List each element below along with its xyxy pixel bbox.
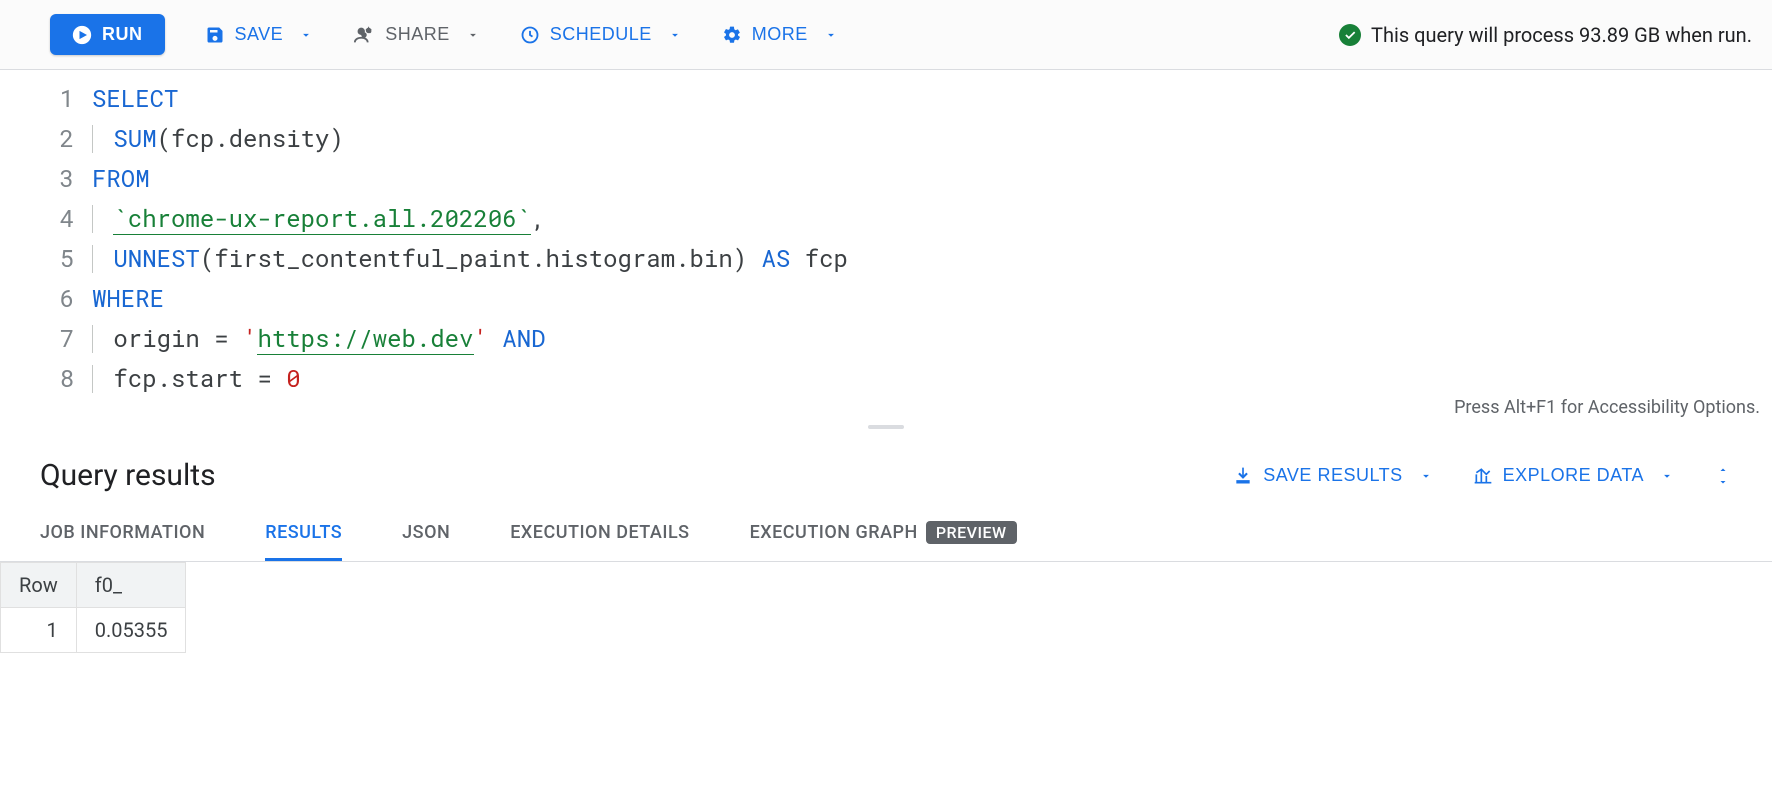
- share-button[interactable]: SHARE: [353, 24, 480, 46]
- expand-toggle[interactable]: [1714, 464, 1732, 488]
- status-text: This query will process 93.89 GB when ru…: [1371, 23, 1752, 47]
- run-label: RUN: [102, 24, 143, 45]
- query-status: This query will process 93.89 GB when ru…: [1339, 23, 1752, 47]
- line-gutter: 1 2 3 4 5 6 7 8: [0, 70, 92, 420]
- more-label: MORE: [752, 24, 808, 45]
- chevron-down-icon: [824, 28, 838, 42]
- preview-badge: PREVIEW: [926, 521, 1017, 544]
- sql-editor[interactable]: 1 2 3 4 5 6 7 8 SELECT SUM(fcp.density) …: [0, 70, 1772, 420]
- chart-icon: [1473, 466, 1493, 486]
- query-toolbar: RUN SAVE SHARE SCHEDULE MORE This query …: [0, 0, 1772, 70]
- clock-icon: [520, 25, 540, 45]
- tab-results[interactable]: RESULTS: [265, 521, 342, 561]
- save-button[interactable]: SAVE: [205, 24, 314, 45]
- explore-data-label: EXPLORE DATA: [1503, 465, 1644, 486]
- schedule-button[interactable]: SCHEDULE: [520, 24, 682, 45]
- save-results-label: SAVE RESULTS: [1263, 465, 1402, 486]
- col-row: Row: [1, 563, 77, 608]
- results-tabs: JOB INFORMATION RESULTS JSON EXECUTION D…: [0, 503, 1772, 562]
- schedule-label: SCHEDULE: [550, 24, 652, 45]
- resize-handle[interactable]: [0, 420, 1772, 432]
- accessibility-hint: Press Alt+F1 for Accessibility Options.: [1454, 397, 1760, 418]
- check-circle-icon: [1339, 24, 1361, 46]
- play-icon: [72, 25, 92, 45]
- more-button[interactable]: MORE: [722, 24, 838, 45]
- chevron-down-icon: [1714, 476, 1732, 488]
- cell-f0: 0.05355: [76, 608, 186, 653]
- tab-execution-graph[interactable]: EXECUTION GRAPH PREVIEW: [750, 521, 1017, 561]
- save-results-button[interactable]: SAVE RESULTS: [1233, 465, 1432, 486]
- chevron-down-icon: [466, 28, 480, 42]
- table-row[interactable]: 1 0.05355: [1, 608, 186, 653]
- table-header-row: Row f0_: [1, 563, 186, 608]
- chevron-down-icon: [668, 28, 682, 42]
- cell-row-index: 1: [1, 608, 77, 653]
- share-label: SHARE: [385, 24, 450, 45]
- tab-json[interactable]: JSON: [402, 521, 450, 561]
- download-icon: [1233, 466, 1253, 486]
- save-icon: [205, 25, 225, 45]
- gear-icon: [722, 25, 742, 45]
- results-table: Row f0_ 1 0.05355: [0, 562, 186, 653]
- chevron-down-icon: [1419, 469, 1433, 483]
- results-title: Query results: [40, 458, 216, 493]
- tab-job-information[interactable]: JOB INFORMATION: [40, 521, 205, 561]
- tab-execution-details[interactable]: EXECUTION DETAILS: [510, 521, 689, 561]
- chevron-down-icon: [299, 28, 313, 42]
- code-content[interactable]: SELECT SUM(fcp.density) FROM `chrome-ux-…: [92, 70, 848, 420]
- save-label: SAVE: [235, 24, 284, 45]
- col-f0: f0_: [76, 563, 186, 608]
- share-icon: [353, 24, 375, 46]
- results-header: Query results SAVE RESULTS EXPLORE DATA: [0, 432, 1772, 503]
- chevron-down-icon: [1660, 469, 1674, 483]
- run-button[interactable]: RUN: [50, 14, 165, 55]
- chevron-up-icon: [1714, 464, 1732, 476]
- explore-data-button[interactable]: EXPLORE DATA: [1473, 465, 1674, 486]
